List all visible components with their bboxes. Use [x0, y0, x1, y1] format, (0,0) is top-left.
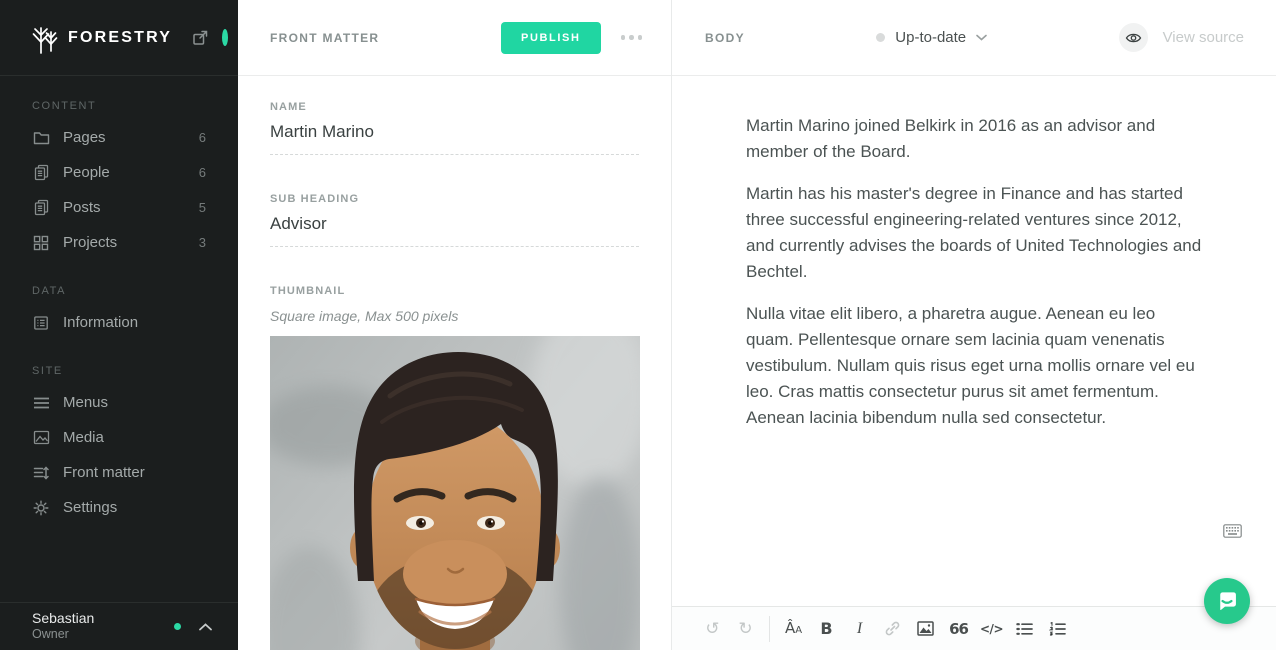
editor-toolbar: ↺ ↻ ÂA B I 66 </>: [672, 606, 1276, 650]
sidebar-item-label: Front matter: [63, 464, 145, 481]
rich-text-editor[interactable]: Martin Marino joined Belkirk in 2016 as …: [672, 76, 1276, 606]
eye-icon: [1125, 33, 1141, 42]
name-field[interactable]: Martin Marino: [270, 122, 639, 155]
chevron-up-icon[interactable]: [199, 622, 212, 631]
info-list-icon: [32, 314, 50, 332]
header-actions: View source: [1118, 23, 1244, 52]
insert-image-icon[interactable]: [909, 612, 942, 646]
sidebar-item-label: Information: [63, 314, 139, 331]
chat-launcher-button[interactable]: [1204, 578, 1250, 624]
section-label: SITE: [32, 365, 63, 377]
user-menu[interactable]: Sebastian Owner: [0, 602, 238, 650]
sub-heading-field-group: SUB HEADING Advisor: [270, 193, 639, 247]
thumbnail-hint: Square image, Max 500 pixels: [270, 308, 459, 324]
sidebar-item-label: Projects: [63, 234, 118, 251]
body-paragraph[interactable]: Martin Marino joined Belkirk in 2016 as …: [746, 113, 1206, 165]
toolbar-divider: [769, 615, 770, 642]
external-link-icon[interactable]: [192, 30, 208, 46]
nav-section-site: SITE Menus Media Front matter Settings: [0, 365, 238, 525]
preview-button[interactable]: [1118, 23, 1148, 52]
sidebar-item-menus[interactable]: Menus: [0, 385, 238, 420]
panel-title: BODY: [705, 30, 745, 45]
sidebar-nav: CONTENT Pages 6 People 6 Posts 5 Project…: [0, 76, 238, 602]
item-count: 3: [198, 235, 206, 250]
grid-icon: [32, 234, 50, 252]
bold-icon[interactable]: B: [810, 612, 843, 646]
sidebar-item-settings[interactable]: Settings: [0, 490, 238, 525]
sidebar-item-media[interactable]: Media: [0, 420, 238, 455]
field-label: NAME: [270, 101, 307, 113]
front-matter-panel: FRONT MATTER PUBLISH NAME Martin Marino …: [238, 0, 672, 650]
front-matter-header: FRONT MATTER PUBLISH: [238, 0, 671, 76]
hamburger-icon: [32, 394, 50, 412]
nav-section-content: CONTENT Pages 6 People 6 Posts 5 Project…: [0, 100, 238, 260]
sidebar-item-label: People: [63, 164, 110, 181]
field-label: THUMBNAIL: [270, 285, 346, 297]
forestry-trees-icon: [32, 22, 58, 54]
user-name: Sebastian: [32, 609, 95, 626]
keyboard-shortcuts-icon[interactable]: [1223, 524, 1242, 543]
ordered-list-icon[interactable]: [1041, 612, 1074, 646]
sidebar-item-label: Pages: [63, 129, 106, 146]
status-dot: [876, 33, 886, 42]
sidebar-item-label: Posts: [63, 199, 101, 216]
font-style-icon[interactable]: ÂA: [777, 612, 810, 646]
sidebar-item-label: Media: [63, 429, 104, 446]
sidebar: FORESTRY CONTENT Pages 6 People 6 Posts …: [0, 0, 238, 650]
brand-name: FORESTRY: [68, 28, 173, 46]
nav-section-data: DATA Information: [0, 285, 238, 340]
documents-icon: [32, 164, 50, 182]
sync-status-dropdown[interactable]: Up-to-date: [876, 29, 987, 46]
user-role: Owner: [32, 627, 69, 642]
sidebar-item-people[interactable]: People 6: [0, 155, 238, 190]
italic-icon[interactable]: I: [843, 612, 876, 646]
undo-icon[interactable]: ↺: [696, 612, 729, 646]
thumbnail-image[interactable]: [270, 336, 640, 650]
sidebar-item-label: Settings: [63, 499, 118, 516]
link-icon[interactable]: [876, 612, 909, 646]
sidebar-item-pages[interactable]: Pages 6: [0, 120, 238, 155]
view-source-button[interactable]: View source: [1163, 29, 1244, 46]
status-zone: Up-to-date: [745, 29, 1119, 46]
field-label: SUB HEADING: [270, 193, 360, 205]
item-count: 6: [198, 130, 206, 145]
body-header: BODY Up-to-date View source: [672, 0, 1276, 76]
image-icon: [32, 429, 50, 447]
sidebar-item-label: Menus: [63, 394, 109, 411]
thumbnail-field-group: THUMBNAIL Square image, Max 500 pixels: [270, 285, 640, 650]
body-paragraph[interactable]: Martin has his master's degree in Financ…: [746, 181, 1206, 285]
sidebar-item-posts[interactable]: Posts 5: [0, 190, 238, 225]
sidebar-item-projects[interactable]: Projects 3: [0, 225, 238, 260]
section-label: CONTENT: [32, 100, 97, 112]
code-icon[interactable]: </>: [975, 612, 1008, 646]
user-meta: Sebastian Owner: [32, 610, 94, 643]
front-matter-icon: [32, 464, 50, 482]
name-field-group: NAME Martin Marino: [270, 101, 639, 155]
front-matter-form: NAME Martin Marino SUB HEADING Advisor T…: [238, 76, 671, 650]
chat-smile-icon: [1220, 592, 1236, 611]
bullet-list-icon[interactable]: [1008, 612, 1041, 646]
blockquote-icon[interactable]: 66: [942, 612, 975, 646]
panel-title: FRONT MATTER: [270, 30, 380, 45]
sidebar-item-information[interactable]: Information: [0, 305, 238, 340]
body-paragraph[interactable]: Nulla vitae elit libero, a pharetra augu…: [746, 301, 1206, 431]
sub-heading-field[interactable]: Advisor: [270, 214, 639, 247]
documents-icon: [32, 199, 50, 217]
item-count: 5: [198, 200, 206, 215]
more-options-icon[interactable]: [619, 31, 645, 44]
sidebar-item-front-matter[interactable]: Front matter: [0, 455, 238, 490]
folder-icon: [32, 129, 50, 147]
section-label: DATA: [32, 285, 67, 297]
online-status-dot: [174, 623, 181, 630]
gear-icon: [32, 499, 50, 517]
publish-button[interactable]: PUBLISH: [501, 21, 601, 54]
brand-header: FORESTRY: [0, 0, 238, 76]
status-label: Up-to-date: [895, 29, 967, 46]
body-panel: BODY Up-to-date View source Martin Marin…: [672, 0, 1276, 650]
chevron-down-icon: [976, 34, 987, 41]
sync-status-ring[interactable]: [222, 29, 229, 46]
redo-icon[interactable]: ↻: [729, 612, 762, 646]
item-count: 6: [198, 165, 206, 180]
